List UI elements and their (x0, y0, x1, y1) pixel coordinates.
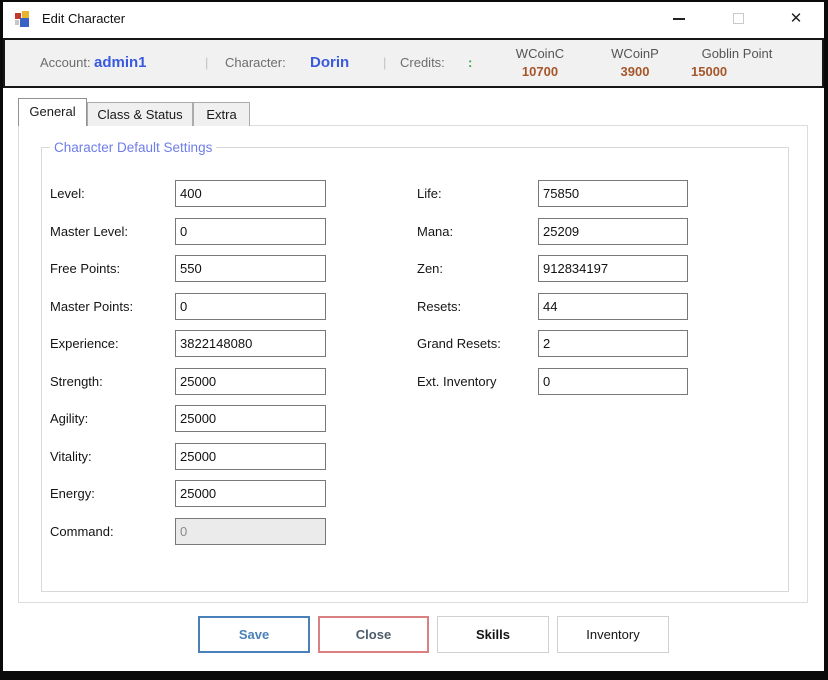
close-dialog-button[interactable]: Close (318, 616, 429, 653)
agility-label: Agility: (50, 405, 88, 432)
resets-input[interactable] (538, 293, 688, 320)
vitality-input[interactable] (175, 443, 326, 470)
free-points-label: Free Points: (50, 255, 120, 282)
zen-input[interactable] (538, 255, 688, 282)
tab-extra[interactable]: Extra (193, 102, 250, 126)
ext-inventory-label: Ext. Inventory (417, 368, 496, 395)
character-default-settings-groupbox: Character Default Settings Level: Master… (41, 147, 789, 592)
wcoinp-column: WCoinP 3900 (603, 45, 667, 81)
command-input (175, 518, 326, 545)
account-value: admin1 (94, 40, 147, 86)
command-label: Command: (50, 518, 114, 545)
mana-input[interactable] (538, 218, 688, 245)
master-points-label: Master Points: (50, 293, 133, 320)
title-bar: Edit Character ✕ (3, 2, 824, 36)
character-value: Dorin (310, 40, 349, 86)
zen-label: Zen: (417, 255, 443, 282)
save-button[interactable]: Save (198, 616, 310, 653)
grand-resets-label: Grand Resets: (417, 330, 501, 357)
free-points-input[interactable] (175, 255, 326, 282)
separator: | (383, 40, 386, 86)
window: Edit Character ✕ Account: admin1 | Chara… (0, 0, 828, 680)
app-icon (14, 10, 32, 28)
wcoinc-label: WCoinC (507, 45, 573, 63)
strength-label: Strength: (50, 368, 103, 395)
experience-input[interactable] (175, 330, 326, 357)
minimize-icon (673, 18, 685, 20)
wcoinc-column: WCoinC 10700 (507, 45, 573, 81)
tab-page-general: Character Default Settings Level: Master… (18, 125, 808, 603)
tab-class-status[interactable]: Class & Status (87, 102, 193, 126)
wcoinc-value: 10700 (507, 63, 573, 81)
maximize-icon (733, 13, 744, 24)
strength-input[interactable] (175, 368, 326, 395)
agility-input[interactable] (175, 405, 326, 432)
mana-label: Mana: (417, 218, 453, 245)
energy-input[interactable] (175, 480, 326, 507)
energy-label: Energy: (50, 480, 95, 507)
character-label: Character: (225, 40, 286, 86)
wcoinp-value: 3900 (603, 63, 667, 81)
master-points-input[interactable] (175, 293, 326, 320)
goblin-point-value: 15000 (691, 63, 783, 81)
credits-value: : (468, 40, 472, 86)
maximize-button[interactable] (721, 4, 755, 34)
groupbox-title: Character Default Settings (50, 138, 216, 158)
inventory-button[interactable]: Inventory (557, 616, 669, 653)
window-title: Edit Character (42, 2, 125, 36)
experience-label: Experience: (50, 330, 119, 357)
level-label: Level: (50, 180, 85, 207)
wcoinp-label: WCoinP (603, 45, 667, 63)
level-input[interactable] (175, 180, 326, 207)
credits-label: Credits: (400, 40, 445, 86)
skills-button[interactable]: Skills (437, 616, 549, 653)
account-header: Account: admin1 | Character: Dorin | Cre… (3, 38, 824, 88)
ext-inventory-input[interactable] (538, 368, 688, 395)
life-label: Life: (417, 180, 442, 207)
master-level-label: Master Level: (50, 218, 128, 245)
close-button[interactable]: ✕ (779, 4, 813, 34)
vitality-label: Vitality: (50, 443, 92, 470)
master-level-input[interactable] (175, 218, 326, 245)
tab-general[interactable]: General (18, 98, 87, 126)
goblin-point-column: Goblin Point 15000 (691, 45, 783, 81)
grand-resets-input[interactable] (538, 330, 688, 357)
minimize-button[interactable] (662, 4, 696, 34)
life-input[interactable] (538, 180, 688, 207)
account-label: Account: (40, 40, 91, 86)
separator: | (205, 40, 208, 86)
goblin-point-label: Goblin Point (691, 45, 783, 63)
resets-label: Resets: (417, 293, 461, 320)
